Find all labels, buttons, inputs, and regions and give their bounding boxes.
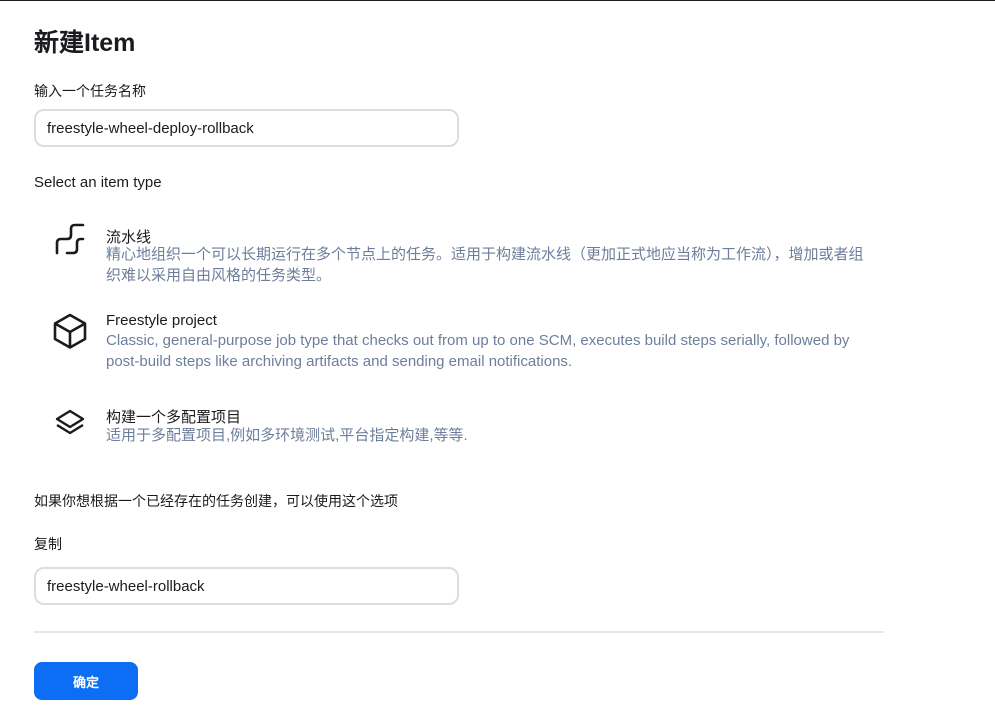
freestyle-box-icon — [50, 311, 90, 351]
layers-icon — [50, 403, 90, 443]
item-type-freestyle[interactable]: Freestyle project Classic, general-purpo… — [34, 307, 884, 387]
page-title: 新建Item — [34, 29, 136, 57]
item-type-multiconfig-description: 适用于多配置项目,例如多环境测试,平台指定构建,等等. — [106, 427, 468, 444]
item-type-freestyle-description: Classic, general-purpose job type that c… — [106, 332, 850, 370]
item-type-section-label: Select an item type — [34, 174, 162, 191]
item-name-input[interactable] — [34, 109, 459, 147]
copy-hint: 如果你想根据一个已经存在的任务创建，可以使用这个选项 — [34, 493, 398, 509]
item-type-freestyle-name: Freestyle project — [106, 312, 217, 329]
item-type-multiconfig[interactable]: 构建一个多配置项目 适用于多配置项目,例如多环境测试,平台指定构建,等等. — [34, 403, 884, 483]
item-type-pipeline-description: 精心地组织一个可以长期运行在多个节点上的任务。适用于构建流水线（更加正式地应当称… — [106, 246, 864, 284]
divider — [34, 631, 884, 633]
pipeline-icon — [50, 219, 90, 259]
ok-button[interactable]: 确定 — [34, 662, 138, 700]
item-type-multiconfig-name: 构建一个多配置项目 — [106, 409, 242, 426]
copy-label: 复制 — [34, 536, 62, 552]
copy-from-input[interactable] — [34, 567, 459, 605]
item-name-label: 输入一个任务名称 — [34, 83, 146, 99]
item-type-pipeline[interactable]: 流水线 精心地组织一个可以长期运行在多个节点上的任务。适用于构建流水线（更加正式… — [34, 211, 884, 291]
